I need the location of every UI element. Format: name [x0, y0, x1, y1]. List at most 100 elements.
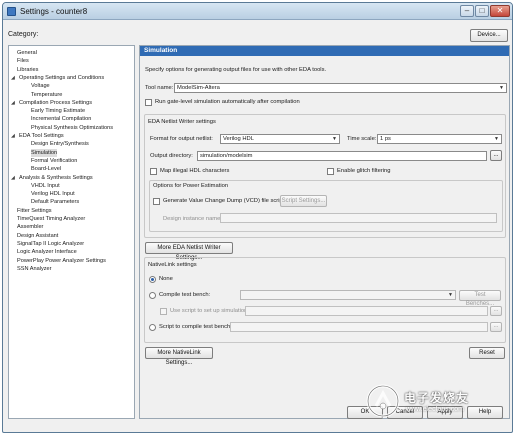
tree-item-label: PowerPlay Power Analyzer Settings — [17, 257, 106, 264]
expand-arrow-icon[interactable]: ◢ — [11, 132, 15, 140]
use-script-browse-button[interactable]: ... — [490, 306, 502, 316]
expand-arrow-icon[interactable]: ◢ — [11, 174, 15, 182]
tree-item[interactable]: ◢ EDA Tool Settings — [9, 132, 134, 140]
test-benches-button[interactable]: Test Benches... — [459, 290, 501, 307]
tool-name-value: ModelSim-Altera — [177, 85, 220, 91]
tree-item[interactable]: Files — [9, 57, 134, 65]
tree-item-label: VHDL Input — [31, 182, 60, 189]
reset-button[interactable]: Reset — [469, 347, 505, 359]
more-nativelink-settings-button[interactable]: More NativeLink Settings... — [145, 347, 213, 366]
settings-window: Settings - counter8 – □ ✕ Category: Devi… — [2, 2, 513, 433]
compile-test-bench-radio[interactable] — [149, 292, 156, 299]
more-netlist-settings-button[interactable]: More EDA Netlist Writer Settings... — [145, 242, 233, 261]
tree-item[interactable]: General — [9, 49, 134, 57]
tree-item-label: Fitter Settings — [17, 207, 52, 214]
tree-item-label: EDA Tool Settings — [19, 133, 64, 139]
use-script-label: Use script to set up simulation: — [170, 308, 249, 314]
tree-item[interactable]: Temperature — [9, 91, 134, 99]
panel-title: Simulation — [144, 47, 178, 54]
script-compile-browse-button[interactable]: ... — [490, 322, 502, 332]
tree-item[interactable]: Assembler — [9, 223, 134, 231]
design-instance-name-label: Design instance name: — [163, 216, 222, 222]
tree-item[interactable]: Logic Analyzer Interface — [9, 248, 134, 256]
tree-item[interactable]: Voltage — [9, 82, 134, 90]
category-tree: General Files Libraries ◢ Operating Settings… — [8, 45, 135, 419]
tree-item[interactable]: SSN Analyzer — [9, 265, 134, 273]
tree-item[interactable]: ◢ Analysis & Synthesis Settings — [9, 174, 134, 182]
app-icon — [7, 7, 16, 16]
tree-item[interactable]: Design Assistant — [9, 232, 134, 240]
nativelink-group-title: NativeLink settings — [148, 262, 197, 268]
tree-item-label: Early Timing Estimate — [31, 108, 86, 115]
device-button[interactable]: Device... — [470, 29, 508, 42]
tool-name-label: Tool name: — [145, 85, 174, 91]
simulation-panel: Simulation Specify options for generatin… — [139, 45, 510, 419]
map-illegal-checkbox[interactable] — [150, 168, 157, 175]
output-directory-browse-button[interactable]: ... — [490, 150, 502, 161]
tree-item[interactable]: SignalTap II Logic Analyzer — [9, 240, 134, 248]
run-gate-level-label: Run gate-level simulation automatically … — [155, 99, 300, 105]
tree-item-label: Design Entry/Synthesis — [31, 141, 89, 148]
expand-arrow-icon[interactable]: ◢ — [11, 99, 15, 107]
tree-item[interactable]: ◢ Operating Settings and Conditions — [9, 74, 134, 82]
chevron-down-icon: ▼ — [448, 292, 453, 298]
tree-item[interactable]: VHDL Input — [9, 182, 134, 190]
script-compile-input[interactable] — [230, 322, 488, 332]
tree-item-label: Physical Synthesis Optimizations — [31, 124, 114, 131]
close-button[interactable]: ✕ — [490, 5, 510, 17]
format-select[interactable]: Verilog HDL ▼ — [220, 134, 340, 144]
glitch-filtering-checkbox[interactable] — [327, 168, 334, 175]
tree-item-label: Operating Settings and Conditions — [19, 74, 105, 81]
tree-item-label: Verilog HDL Input — [31, 191, 75, 198]
tree-item[interactable]: Default Parameters — [9, 198, 134, 206]
tree-item[interactable]: Verilog HDL Input — [9, 190, 134, 198]
compile-test-bench-select[interactable]: ▼ — [240, 290, 456, 300]
tool-name-select[interactable]: ModelSim-Altera ▼ — [174, 83, 507, 93]
watermark-url: www.elecfans.com — [406, 406, 464, 413]
script-compile-radio[interactable] — [149, 324, 156, 331]
time-scale-label: Time scale: — [347, 136, 377, 142]
tree-item[interactable]: ◢ Compilation Process Settings — [9, 99, 134, 107]
none-radio[interactable] — [149, 276, 156, 283]
panel-header: Simulation — [140, 46, 509, 56]
tree-item-label: Analysis & Synthesis Settings — [19, 174, 93, 181]
tree-item[interactable]: Incremental Compilation — [9, 115, 134, 123]
tree-item[interactable]: Formal Verification — [9, 157, 134, 165]
category-label: Category: — [8, 31, 39, 38]
tree-item[interactable]: Early Timing Estimate — [9, 107, 134, 115]
panel-description: Specify options for generating output fi… — [145, 67, 327, 73]
format-value: Verilog HDL — [223, 136, 254, 142]
tree-item[interactable]: TimeQuest Timing Analyzer — [9, 215, 134, 223]
tree-item[interactable]: Fitter Settings — [9, 207, 134, 215]
design-instance-name-input[interactable] — [220, 213, 497, 223]
tree-item-label: Design Assistant — [17, 232, 59, 239]
use-script-input[interactable] — [245, 306, 488, 316]
title-bar: Settings - counter8 – □ ✕ — [3, 3, 512, 20]
tree-item-label: Logic Analyzer Interface — [17, 249, 77, 256]
tree-item[interactable]: Simulation — [9, 148, 134, 157]
tree-item[interactable]: Physical Synthesis Optimizations — [9, 124, 134, 132]
script-settings-button[interactable]: Script Settings... — [280, 195, 327, 207]
tree-item-label: Board-Level — [31, 166, 62, 173]
vcd-checkbox[interactable] — [153, 198, 160, 205]
maximize-button[interactable]: □ — [475, 5, 489, 17]
run-gate-level-checkbox[interactable] — [145, 99, 152, 106]
tree-item-label: SignalTap II Logic Analyzer — [17, 240, 85, 247]
output-directory-input[interactable]: simulation/modelsim — [197, 151, 487, 161]
use-script-checkbox[interactable] — [160, 308, 167, 315]
tree-item[interactable]: Board-Level — [9, 165, 134, 173]
minimize-button[interactable]: – — [460, 5, 474, 17]
netlist-group-title: EDA Netlist Writer settings — [148, 119, 216, 125]
tree-item-label: TimeQuest Timing Analyzer — [17, 216, 86, 222]
tree-item-label: Default Parameters — [31, 199, 80, 206]
tree-item-label: Voltage — [31, 83, 50, 90]
expand-arrow-icon[interactable]: ◢ — [11, 74, 15, 82]
tree-item-label: Libraries — [17, 66, 39, 73]
window-title: Settings - counter8 — [20, 7, 88, 16]
tree-item[interactable]: PowerPlay Power Analyzer Settings — [9, 257, 134, 265]
tree-item[interactable]: Libraries — [9, 66, 134, 74]
tree-item[interactable]: Design Entry/Synthesis — [9, 140, 134, 148]
elecfans-logo-icon — [366, 384, 400, 418]
time-scale-select[interactable]: 1 ps ▼ — [377, 134, 502, 144]
vcd-label: Generate Value Change Dump (VCD) file sc… — [163, 198, 285, 204]
